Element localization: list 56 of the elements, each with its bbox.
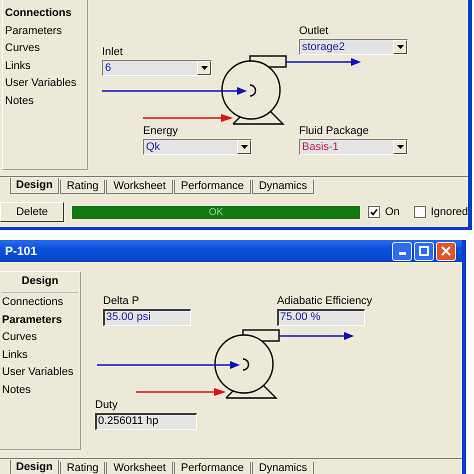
sidebar-item[interactable]: User Variables — [2, 366, 80, 384]
sidebar-item[interactable]: Links — [5, 60, 87, 78]
field-label: Adiabatic Efficiency — [277, 295, 372, 307]
input-field[interactable]: 35.00 psi — [103, 309, 191, 326]
sidebar-item[interactable]: Parameters — [5, 24, 87, 42]
tab[interactable]: Design — [10, 460, 59, 474]
delete-button[interactable]: Delete — [0, 202, 64, 222]
close-icon — [441, 246, 451, 256]
status-bar: OK — [72, 206, 360, 218]
sidebar-item[interactable]: Parameters — [2, 314, 80, 332]
tab[interactable]: Worksheet — [106, 180, 173, 194]
field-label: Duty — [95, 399, 118, 411]
dropdown-field[interactable]: Qk — [143, 139, 252, 155]
input-field[interactable]: 0.256011 hp — [95, 413, 197, 430]
tab[interactable]: Dynamics — [252, 462, 314, 474]
window-title: P-101 — [5, 244, 38, 258]
field-label: Fluid Package — [299, 125, 369, 137]
maximize-button[interactable] — [414, 242, 434, 260]
tab[interactable]: Performance — [174, 180, 251, 194]
field-value: 6 — [105, 62, 112, 74]
field-label: Energy — [143, 125, 178, 137]
tab[interactable]: Dynamics — [252, 180, 314, 194]
field-label: Inlet — [102, 46, 123, 58]
field-value: Qk — [146, 141, 160, 153]
tab[interactable]: Rating — [60, 180, 106, 194]
sidebar-item[interactable]: Connections — [2, 296, 80, 314]
dropdown-field[interactable]: storage2 — [299, 39, 408, 55]
field-value: 75.00 % — [280, 311, 320, 323]
input-field[interactable]: 75.00 % — [277, 309, 365, 326]
maximize-icon — [419, 246, 429, 256]
dropdown-field[interactable]: Basis-1 — [299, 139, 408, 155]
dropdown-field[interactable]: 6 — [102, 60, 212, 76]
field-value: Basis-1 — [302, 141, 339, 153]
checkbox-label: Ignored — [430, 206, 468, 218]
checkbox[interactable] — [414, 206, 426, 218]
sidebar-item[interactable]: Connections — [5, 7, 87, 25]
sidebar-header: Design — [2, 272, 78, 293]
sidebar-item[interactable]: Curves — [2, 331, 80, 349]
field-value: storage2 — [302, 41, 345, 53]
field-value: 0.256011 hp — [98, 415, 158, 427]
tab[interactable]: Performance — [174, 462, 251, 474]
checkbox[interactable] — [368, 206, 380, 218]
field-value: 35.00 psi — [106, 311, 151, 323]
sidebar-item[interactable]: Notes — [5, 94, 87, 113]
tab[interactable]: Design — [10, 178, 59, 194]
field-label: Delta P — [103, 295, 140, 307]
close-button[interactable] — [436, 242, 456, 260]
tab[interactable]: Worksheet — [106, 462, 173, 474]
minimize-button[interactable] — [392, 242, 412, 260]
tab[interactable]: Rating — [60, 462, 106, 474]
field-label: Outlet — [299, 25, 328, 37]
sidebar-item[interactable]: Links — [2, 348, 80, 366]
sidebar-item[interactable]: Notes — [2, 384, 80, 402]
checkbox-label: On — [385, 206, 400, 218]
sidebar-item[interactable]: User Variables — [5, 77, 87, 95]
sidebar-item[interactable]: Curves — [5, 42, 87, 60]
